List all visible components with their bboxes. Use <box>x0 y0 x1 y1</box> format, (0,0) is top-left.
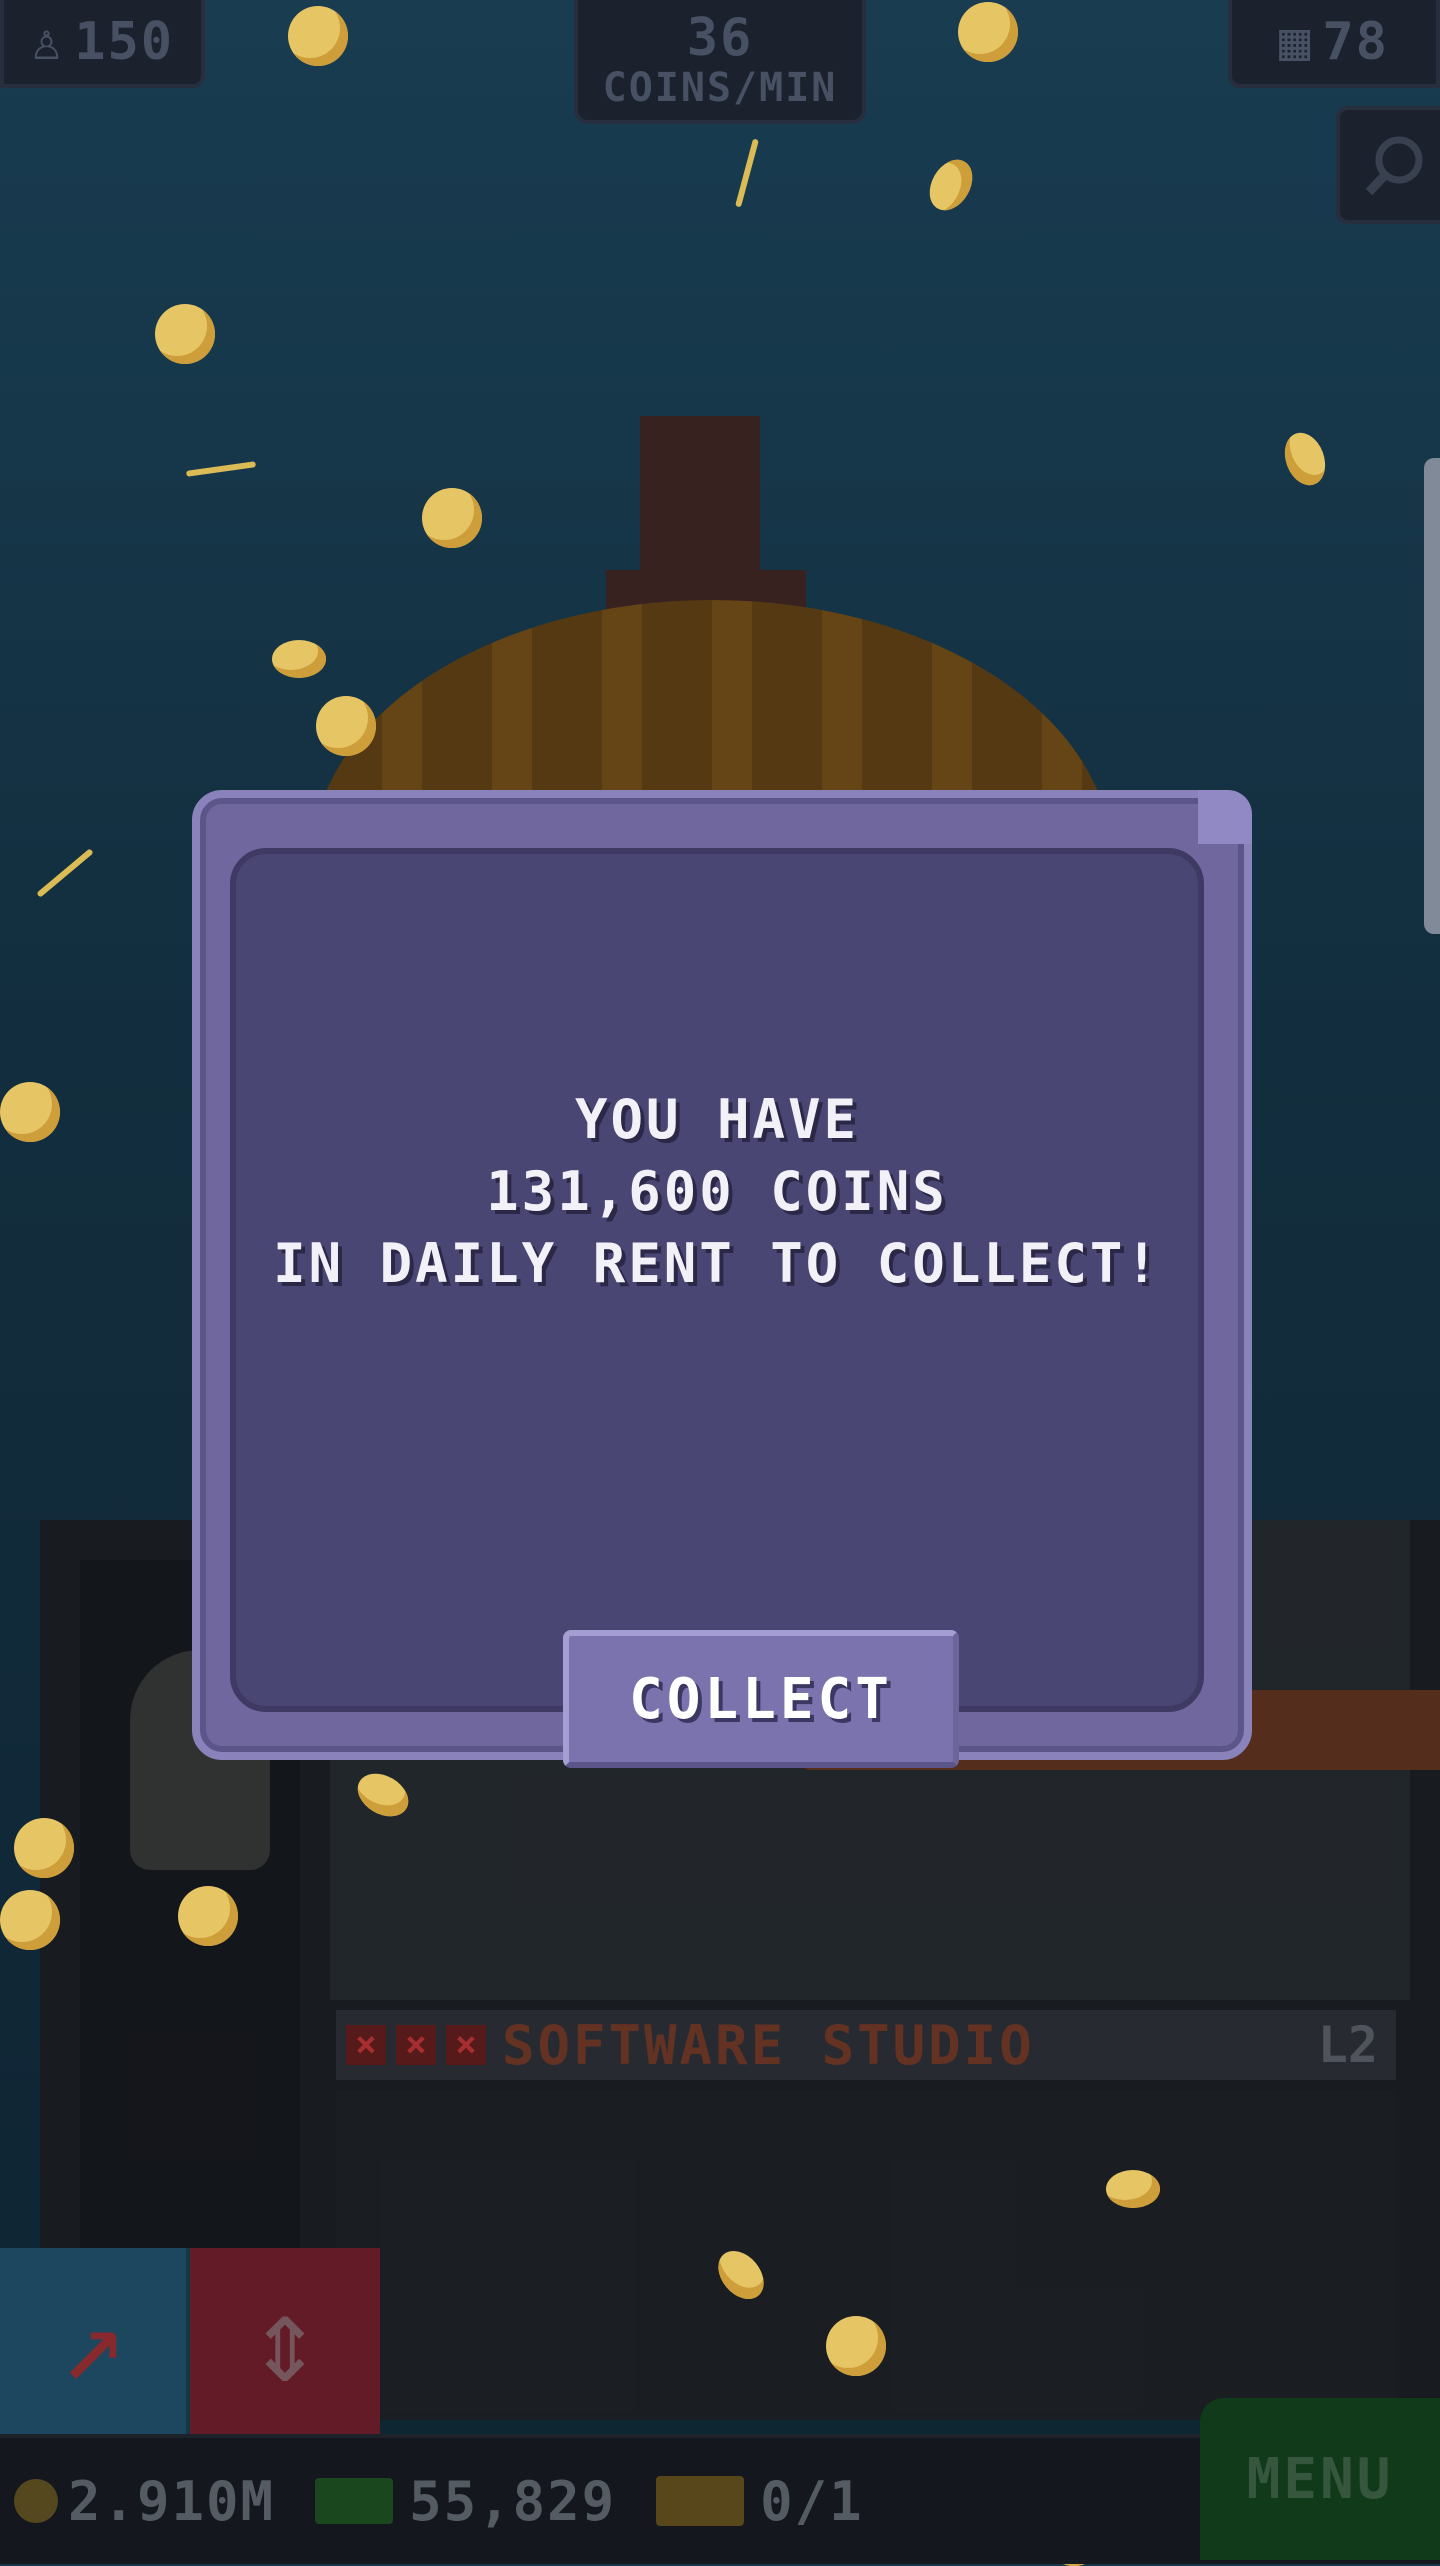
message-line-2: 131,600 COINS <box>486 1160 948 1223</box>
dialog-corner-ornament <box>1198 790 1252 844</box>
message-line-1: YOU HAVE <box>574 1088 860 1151</box>
dialog-message: YOU HAVE 131,600 COINS IN DAILY RENT TO … <box>236 1084 1198 1300</box>
dialog-panel: YOU HAVE 131,600 COINS IN DAILY RENT TO … <box>230 848 1204 1768</box>
daily-rent-dialog: YOU HAVE 131,600 COINS IN DAILY RENT TO … <box>192 790 1252 1768</box>
collect-button[interactable]: COLLECT <box>563 1630 959 1768</box>
message-line-3: IN DAILY RENT TO COLLECT! <box>273 1232 1161 1295</box>
